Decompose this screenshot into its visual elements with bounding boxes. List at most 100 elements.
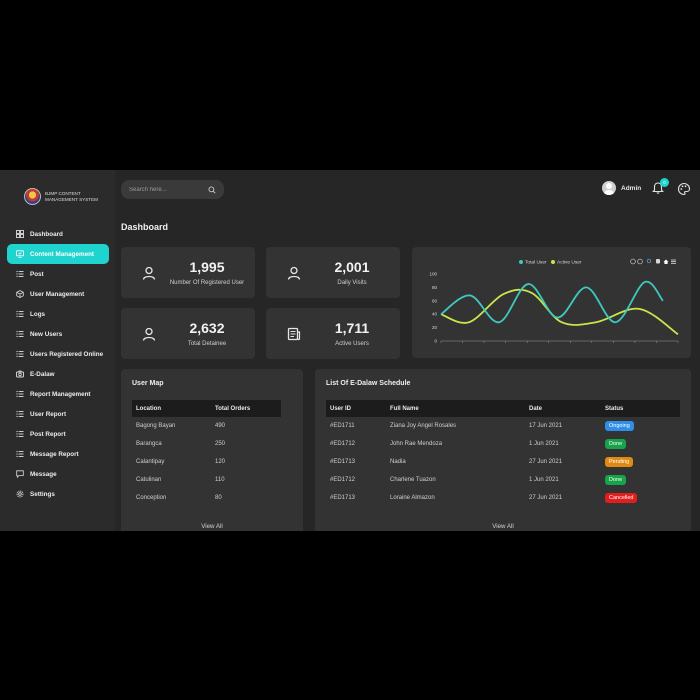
sidebar-item-logs[interactable]: Logs: [7, 304, 109, 324]
id-cell: #ED1713: [330, 459, 356, 465]
orders-cell: 120: [215, 459, 226, 465]
brand-name: BJMP CONTENT MANAGEMENT SYSTEM: [45, 191, 99, 202]
name-cell: Charlene Tuazon: [390, 477, 436, 483]
column-header[interactable]: Date: [525, 400, 601, 417]
table-row[interactable]: Catulinan 110: [132, 471, 281, 489]
list-icon: [16, 270, 24, 278]
column-header[interactable]: Location: [132, 400, 211, 417]
stat-value: 1,711: [334, 320, 370, 336]
sidebar-item-label: Settings: [30, 490, 55, 498]
series-line-active-user: [440, 288, 679, 336]
y-tick-label: 40: [432, 312, 438, 317]
sidebar-item-user-management[interactable]: User Management: [7, 284, 109, 304]
location-cell: Conception: [136, 495, 167, 501]
stat-value: 2,001: [334, 259, 370, 275]
orders-cell: 110: [215, 477, 225, 483]
status-cell: Done: [601, 471, 680, 489]
sidebar-item-new-users[interactable]: New Users: [7, 324, 109, 344]
user-menu[interactable]: Admin: [602, 181, 641, 195]
status-cell: Pending: [601, 453, 680, 471]
sidebar-item-label: User Management: [30, 290, 85, 298]
menu-icon[interactable]: [671, 259, 676, 264]
avatar[interactable]: [602, 181, 616, 195]
user-map-table: Location Total Orders Bagong Bayan 490 Bar…: [132, 400, 281, 507]
brand[interactable]: BJMP CONTENT MANAGEMENT SYSTEM: [24, 188, 107, 205]
sidebar-item-message[interactable]: Message: [7, 464, 109, 484]
user-icon: [142, 266, 156, 280]
table-header-row: Location Total Orders: [132, 400, 281, 417]
id-cell: #ED1711: [330, 423, 355, 429]
y-tick-label: 20: [432, 325, 438, 330]
legend-label: Total User: [525, 260, 547, 266]
palette-icon[interactable]: [677, 182, 691, 196]
sidebar-item-user-report[interactable]: User Report: [7, 404, 109, 424]
sidebar-item-report-management[interactable]: Report Management: [7, 384, 109, 404]
sidebar-item-message-report[interactable]: Message Report: [7, 444, 109, 464]
list-icon: [16, 390, 24, 398]
orders-cell: 490: [215, 423, 226, 429]
sidebar-item-post-report[interactable]: Post Report: [7, 424, 109, 444]
column-header[interactable]: Full Name: [386, 400, 525, 417]
sidebar-item-e-dalaw[interactable]: E-Dalaw: [7, 364, 109, 384]
sidebar-item-label: Dashboard: [30, 230, 63, 238]
table-row[interactable]: Bagong Bayan 490: [132, 417, 281, 435]
table-row[interactable]: #ED1712 John Rae Mendoza 1 Jun 2021 Done: [326, 435, 680, 453]
activity-chart: 0 20 40 60 80 100 Total User Active User: [429, 258, 679, 344]
gear-icon: [16, 490, 24, 498]
stat-card-registered-users[interactable]: 1,995 Number Of Registered User: [121, 247, 255, 298]
y-tick-label: 80: [432, 285, 438, 290]
magnifier-icon[interactable]: [646, 258, 652, 264]
status-badge: Done: [605, 439, 627, 449]
view-all-link[interactable]: View All: [121, 523, 303, 530]
search-icon[interactable]: [208, 181, 216, 199]
sidebar-item-label: Users Registered Online: [30, 350, 104, 358]
table-row[interactable]: Barangca 250: [132, 435, 281, 453]
sidebar-item-settings[interactable]: Settings: [7, 484, 109, 504]
stat-card-total-detainee[interactable]: 2,632 Total Detainee: [121, 308, 255, 359]
list-icon: [16, 350, 24, 358]
table-row[interactable]: #ED1713 Nadia 27 Jun 2021 Pending: [326, 453, 680, 471]
view-all-link[interactable]: View All: [315, 523, 691, 530]
page-title: Dashboard: [121, 222, 169, 232]
zoom-in-icon[interactable]: [630, 258, 636, 265]
grid-icon: [16, 230, 24, 238]
table-row[interactable]: Conception 80: [132, 489, 281, 507]
newspaper-icon: [287, 327, 301, 341]
id-cell: #ED1712: [330, 441, 356, 447]
column-header[interactable]: Status: [601, 400, 680, 417]
search-input[interactable]: [129, 186, 208, 193]
stat-label: Number Of Registered User: [169, 280, 245, 286]
sidebar-item-post[interactable]: Post: [7, 264, 109, 284]
sidebar-item-label: Message: [30, 470, 57, 478]
sidebar-item-label: Post: [30, 270, 44, 278]
date-cell: 1 Jun 2021: [529, 477, 559, 483]
location-cell: Barangca: [136, 441, 162, 447]
hand-icon[interactable]: [656, 259, 660, 264]
user-map-title: User Map: [132, 380, 164, 387]
zoom-out-icon[interactable]: [637, 258, 643, 265]
stat-card-daily-visits[interactable]: 2,001 Daily Visits: [266, 247, 400, 298]
table-row[interactable]: Calantipay 120: [132, 453, 281, 471]
sidebar-item-dashboard[interactable]: Dashboard: [7, 224, 109, 244]
table-header-row: User ID Full Name Date Status: [326, 400, 680, 417]
series-line-total-user: [440, 280, 664, 324]
status-badge: Ongoing: [605, 421, 634, 431]
camera-icon: [16, 370, 24, 378]
legend-marker: [551, 260, 555, 264]
status-badge: Pending: [605, 457, 634, 467]
search-box[interactable]: [121, 180, 224, 199]
stat-value: 2,632: [189, 320, 225, 336]
sidebar-item-users-registered-online[interactable]: Users Registered Online: [7, 344, 109, 364]
table-row[interactable]: #ED1711 Ziana Joy Angel Rosales 17 Jun 202…: [326, 417, 680, 435]
table-row[interactable]: #ED1713 Loraine Almazon 27 Jun 2021 Cancell…: [326, 489, 680, 507]
sidebar-nav: Dashboard Content Management Post User Mana…: [7, 224, 109, 504]
column-header[interactable]: User ID: [326, 400, 386, 417]
home-icon[interactable]: [663, 259, 669, 265]
stat-card-active-users[interactable]: 1,711 Active Users: [266, 308, 400, 359]
id-cell: #ED1712: [330, 477, 356, 483]
table-row[interactable]: #ED1712 Charlene Tuazon 1 Jun 2021 Done: [326, 471, 680, 489]
orders-cell: 80: [215, 495, 222, 501]
sidebar-item-content-management[interactable]: Content Management: [7, 244, 109, 264]
date-cell: 27 Jun 2021: [529, 495, 563, 501]
column-header[interactable]: Total Orders: [211, 400, 281, 417]
